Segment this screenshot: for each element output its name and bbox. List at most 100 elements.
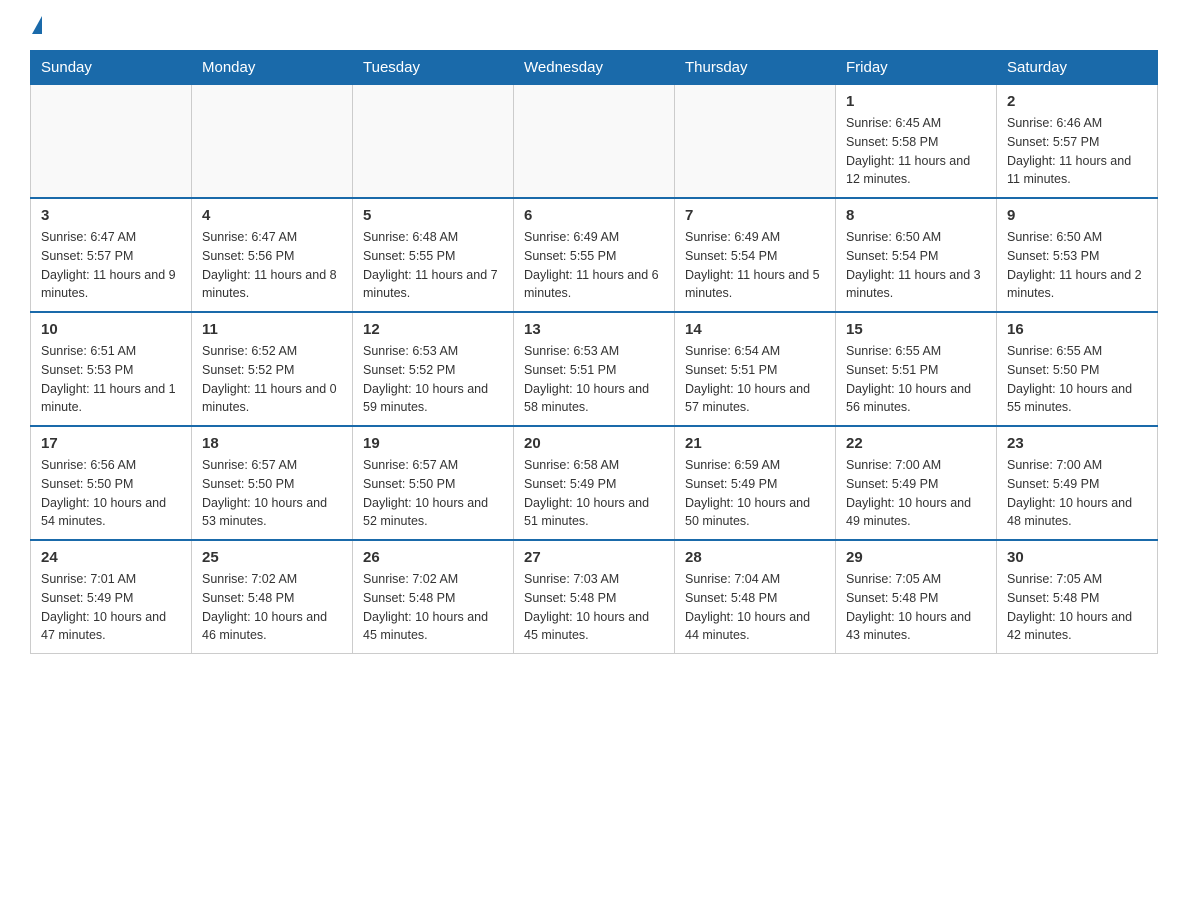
day-number: 29	[846, 549, 986, 566]
calendar-cell: 22Sunrise: 7:00 AMSunset: 5:49 PMDayligh…	[836, 426, 997, 540]
calendar-cell	[192, 85, 353, 199]
calendar-table: SundayMondayTuesdayWednesdayThursdayFrid…	[30, 50, 1158, 654]
day-info: Sunrise: 7:01 AMSunset: 5:49 PMDaylight:…	[41, 570, 181, 645]
page-header	[30, 20, 1158, 30]
day-number: 11	[202, 321, 342, 338]
day-info: Sunrise: 7:02 AMSunset: 5:48 PMDaylight:…	[202, 570, 342, 645]
day-number: 8	[846, 207, 986, 224]
weekday-header-friday: Friday	[836, 51, 997, 85]
day-number: 7	[685, 207, 825, 224]
day-info: Sunrise: 6:53 AMSunset: 5:52 PMDaylight:…	[363, 342, 503, 417]
day-info: Sunrise: 7:04 AMSunset: 5:48 PMDaylight:…	[685, 570, 825, 645]
calendar-cell: 20Sunrise: 6:58 AMSunset: 5:49 PMDayligh…	[514, 426, 675, 540]
day-number: 30	[1007, 549, 1147, 566]
day-info: Sunrise: 6:55 AMSunset: 5:50 PMDaylight:…	[1007, 342, 1147, 417]
day-number: 1	[846, 93, 986, 110]
calendar-cell: 26 Sunrise: 7:02 AMSunset: 5:48 PMDayligh…	[353, 540, 514, 654]
weekday-header-monday: Monday	[192, 51, 353, 85]
calendar-cell: 13 Sunrise: 6:53 AMSunset: 5:51 PMDayligh…	[514, 312, 675, 426]
calendar-week-row: 17 Sunrise: 6:56 AMSunset: 5:50 PMDayligh…	[31, 426, 1158, 540]
day-info: Sunrise: 6:48 AMSunset: 5:55 PMDaylight:…	[363, 228, 503, 303]
day-info: Sunrise: 6:45 AMSunset: 5:58 PMDaylight:…	[846, 114, 986, 189]
day-number: 5	[363, 207, 503, 224]
logo	[30, 20, 42, 30]
day-info: Sunrise: 6:50 AMSunset: 5:54 PMDaylight:…	[846, 228, 986, 303]
calendar-cell: 8 Sunrise: 6:50 AMSunset: 5:54 PMDaylight…	[836, 198, 997, 312]
calendar-cell: 2 Sunrise: 6:46 AMSunset: 5:57 PMDaylight…	[997, 85, 1158, 199]
day-number: 22	[846, 435, 986, 452]
calendar-cell: 10 Sunrise: 6:51 AMSunset: 5:53 PMDayligh…	[31, 312, 192, 426]
calendar-week-row: 3 Sunrise: 6:47 AMSunset: 5:57 PMDaylight…	[31, 198, 1158, 312]
day-number: 13	[524, 321, 664, 338]
day-info: Sunrise: 6:49 AMSunset: 5:55 PMDaylight:…	[524, 228, 664, 303]
weekday-header-row: SundayMondayTuesdayWednesdayThursdayFrid…	[31, 51, 1158, 85]
calendar-cell: 15 Sunrise: 6:55 AMSunset: 5:51 PMDayligh…	[836, 312, 997, 426]
day-info: Sunrise: 6:54 AMSunset: 5:51 PMDaylight:…	[685, 342, 825, 417]
day-number: 24	[41, 549, 181, 566]
weekday-header-saturday: Saturday	[997, 51, 1158, 85]
day-info: Sunrise: 7:02 AMSunset: 5:48 PMDaylight:…	[363, 570, 503, 645]
calendar-cell	[675, 85, 836, 199]
logo-triangle-icon	[32, 16, 42, 34]
calendar-cell: 9 Sunrise: 6:50 AMSunset: 5:53 PMDaylight…	[997, 198, 1158, 312]
day-number: 10	[41, 321, 181, 338]
day-number: 14	[685, 321, 825, 338]
day-info: Sunrise: 6:52 AMSunset: 5:52 PMDaylight:…	[202, 342, 342, 417]
calendar-cell: 11 Sunrise: 6:52 AMSunset: 5:52 PMDayligh…	[192, 312, 353, 426]
day-number: 26	[363, 549, 503, 566]
day-info: Sunrise: 6:57 AMSunset: 5:50 PMDaylight:…	[202, 456, 342, 531]
day-info: Sunrise: 6:47 AMSunset: 5:56 PMDaylight:…	[202, 228, 342, 303]
day-number: 12	[363, 321, 503, 338]
day-number: 17	[41, 435, 181, 452]
day-info: Sunrise: 6:47 AMSunset: 5:57 PMDaylight:…	[41, 228, 181, 303]
calendar-cell: 4Sunrise: 6:47 AMSunset: 5:56 PMDaylight…	[192, 198, 353, 312]
day-number: 16	[1007, 321, 1147, 338]
day-info: Sunrise: 7:05 AMSunset: 5:48 PMDaylight:…	[846, 570, 986, 645]
day-number: 23	[1007, 435, 1147, 452]
day-info: Sunrise: 7:05 AMSunset: 5:48 PMDaylight:…	[1007, 570, 1147, 645]
day-number: 25	[202, 549, 342, 566]
calendar-cell	[31, 85, 192, 199]
day-info: Sunrise: 6:55 AMSunset: 5:51 PMDaylight:…	[846, 342, 986, 417]
calendar-cell: 18Sunrise: 6:57 AMSunset: 5:50 PMDayligh…	[192, 426, 353, 540]
weekday-header-thursday: Thursday	[675, 51, 836, 85]
day-number: 15	[846, 321, 986, 338]
calendar-cell: 19Sunrise: 6:57 AMSunset: 5:50 PMDayligh…	[353, 426, 514, 540]
calendar-cell	[514, 85, 675, 199]
day-info: Sunrise: 6:51 AMSunset: 5:53 PMDaylight:…	[41, 342, 181, 417]
weekday-header-sunday: Sunday	[31, 51, 192, 85]
calendar-cell: 16 Sunrise: 6:55 AMSunset: 5:50 PMDayligh…	[997, 312, 1158, 426]
calendar-cell: 21Sunrise: 6:59 AMSunset: 5:49 PMDayligh…	[675, 426, 836, 540]
calendar-cell: 24 Sunrise: 7:01 AMSunset: 5:49 PMDayligh…	[31, 540, 192, 654]
day-info: Sunrise: 6:59 AMSunset: 5:49 PMDaylight:…	[685, 456, 825, 531]
weekday-header-wednesday: Wednesday	[514, 51, 675, 85]
calendar-cell: 23Sunrise: 7:00 AMSunset: 5:49 PMDayligh…	[997, 426, 1158, 540]
day-number: 2	[1007, 93, 1147, 110]
day-number: 20	[524, 435, 664, 452]
calendar-cell: 12 Sunrise: 6:53 AMSunset: 5:52 PMDayligh…	[353, 312, 514, 426]
day-number: 9	[1007, 207, 1147, 224]
day-number: 6	[524, 207, 664, 224]
calendar-cell: 25 Sunrise: 7:02 AMSunset: 5:48 PMDayligh…	[192, 540, 353, 654]
calendar-cell: 27 Sunrise: 7:03 AMSunset: 5:48 PMDayligh…	[514, 540, 675, 654]
day-info: Sunrise: 6:57 AMSunset: 5:50 PMDaylight:…	[363, 456, 503, 531]
day-info: Sunrise: 7:03 AMSunset: 5:48 PMDaylight:…	[524, 570, 664, 645]
day-info: Sunrise: 6:50 AMSunset: 5:53 PMDaylight:…	[1007, 228, 1147, 303]
calendar-week-row: 10 Sunrise: 6:51 AMSunset: 5:53 PMDayligh…	[31, 312, 1158, 426]
calendar-cell: 6 Sunrise: 6:49 AMSunset: 5:55 PMDaylight…	[514, 198, 675, 312]
calendar-cell: 30 Sunrise: 7:05 AMSunset: 5:48 PMDayligh…	[997, 540, 1158, 654]
calendar-cell: 5 Sunrise: 6:48 AMSunset: 5:55 PMDaylight…	[353, 198, 514, 312]
day-info: Sunrise: 6:53 AMSunset: 5:51 PMDaylight:…	[524, 342, 664, 417]
calendar-cell: 29 Sunrise: 7:05 AMSunset: 5:48 PMDayligh…	[836, 540, 997, 654]
weekday-header-tuesday: Tuesday	[353, 51, 514, 85]
day-number: 28	[685, 549, 825, 566]
calendar-cell: 17 Sunrise: 6:56 AMSunset: 5:50 PMDayligh…	[31, 426, 192, 540]
day-number: 3	[41, 207, 181, 224]
calendar-cell: 3 Sunrise: 6:47 AMSunset: 5:57 PMDaylight…	[31, 198, 192, 312]
day-number: 27	[524, 549, 664, 566]
calendar-cell: 1 Sunrise: 6:45 AMSunset: 5:58 PMDaylight…	[836, 85, 997, 199]
calendar-cell: 7Sunrise: 6:49 AMSunset: 5:54 PMDaylight…	[675, 198, 836, 312]
day-info: Sunrise: 6:46 AMSunset: 5:57 PMDaylight:…	[1007, 114, 1147, 189]
day-info: Sunrise: 6:56 AMSunset: 5:50 PMDaylight:…	[41, 456, 181, 531]
calendar-cell	[353, 85, 514, 199]
